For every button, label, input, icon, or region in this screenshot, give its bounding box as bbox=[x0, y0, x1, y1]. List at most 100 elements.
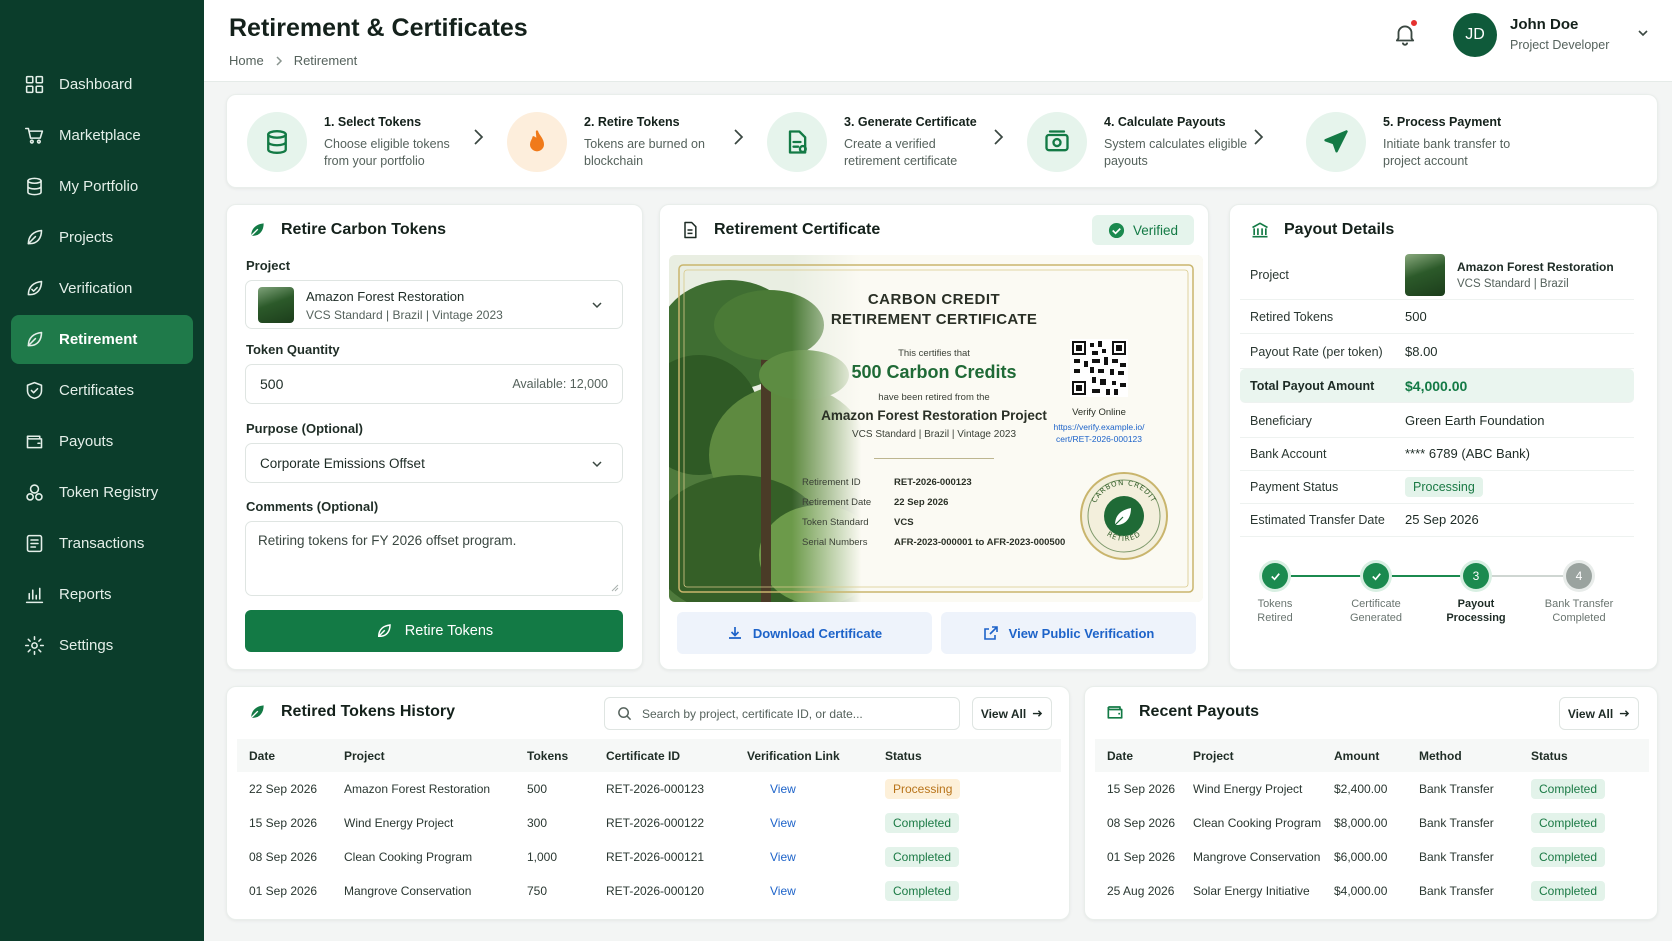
progress-step-marker bbox=[1262, 563, 1288, 589]
view-link[interactable]: View bbox=[770, 850, 796, 864]
step-icon-wrap bbox=[1306, 112, 1366, 172]
payment-status-badge: Processing bbox=[1405, 476, 1483, 497]
arrow-right-icon bbox=[1033, 710, 1043, 717]
history-card-title: Retired Tokens History bbox=[281, 703, 455, 720]
verify-url-1[interactable]: https://verify.example.io/ bbox=[1039, 422, 1159, 432]
table-cell: Mangrove Conservation bbox=[1193, 850, 1321, 864]
project-select[interactable]: Amazon Forest Restoration VCS Standard |… bbox=[245, 280, 623, 329]
download-certificate-button[interactable]: Download Certificate bbox=[677, 612, 932, 654]
sidebar-item-label: Dashboard bbox=[59, 76, 133, 93]
sidebar-item-verification[interactable]: Verification bbox=[11, 264, 193, 313]
table-row[interactable]: 01 Sep 2026 Mangrove Conservation 750 RET-2… bbox=[237, 874, 1061, 908]
progress-step-label: Processing bbox=[1446, 612, 1506, 624]
column-header[interactable]: Date bbox=[237, 739, 332, 772]
status-cell: Completed bbox=[873, 806, 1061, 840]
page-title: Retirement & Certificates bbox=[229, 14, 528, 42]
progress-step-label: Certificate bbox=[1351, 598, 1401, 610]
arrow-right-icon bbox=[1620, 710, 1630, 717]
view-link[interactable]: View bbox=[770, 782, 796, 796]
column-header[interactable]: Project bbox=[1181, 739, 1322, 772]
sidebar-item-label: Retirement bbox=[59, 331, 138, 348]
column-header[interactable]: Verification Link bbox=[735, 739, 873, 772]
retire-tokens-button[interactable]: Retire Tokens bbox=[245, 610, 623, 652]
comments-textarea[interactable]: Retiring tokens for FY 2026 offset progr… bbox=[245, 521, 623, 596]
column-header[interactable]: Amount bbox=[1322, 739, 1407, 772]
table-cell: $4,000.00 bbox=[1334, 884, 1388, 898]
breadcrumb-home[interactable]: Home bbox=[229, 53, 264, 68]
history-card-header: Retired Tokens History bbox=[247, 702, 455, 722]
payout-project-meta: VCS Standard | Brazil bbox=[1457, 277, 1569, 290]
table-row[interactable]: 08 Sep 2026 Clean Cooking Program 1,000 RET… bbox=[237, 840, 1061, 874]
column-header[interactable]: Date bbox=[1095, 739, 1181, 772]
sidebar-item-transactions[interactable]: Transactions bbox=[11, 519, 193, 568]
chevron-down-icon[interactable] bbox=[1636, 26, 1650, 40]
column-header[interactable]: Status bbox=[873, 739, 1061, 772]
table-cell: 15 Sep 2026 bbox=[249, 816, 318, 830]
column-header[interactable]: Project bbox=[332, 739, 515, 772]
verify-url-2[interactable]: cert/RET-2026-000123 bbox=[1039, 434, 1159, 444]
table-cell: $2,400.00 bbox=[1334, 782, 1388, 796]
column-header[interactable]: Method bbox=[1407, 739, 1519, 772]
project-thumbnail bbox=[258, 287, 294, 323]
status-badge: Completed bbox=[885, 847, 960, 867]
comments-value: Retiring tokens for FY 2026 offset progr… bbox=[258, 533, 517, 548]
database-icon bbox=[267, 129, 287, 155]
progress-step-label: Generated bbox=[1350, 612, 1402, 624]
sidebar-item-label: Token Registry bbox=[59, 484, 159, 501]
external-link-icon bbox=[983, 626, 998, 640]
avatar[interactable]: JD bbox=[1453, 13, 1497, 57]
document-icon bbox=[788, 130, 807, 154]
sidebar-item-token-registry[interactable]: Token Registry bbox=[11, 468, 193, 517]
sidebar-item-certificates[interactable]: Certificates bbox=[11, 366, 193, 415]
recent-payouts-card: Recent Payouts View All Date Project Amoun… bbox=[1084, 686, 1658, 920]
progress-step-label: Tokens bbox=[1257, 598, 1293, 610]
table-row[interactable]: 15 Sep 2026 Wind Energy Project $2,400.00 B… bbox=[1095, 772, 1649, 806]
sidebar-item-reports[interactable]: Reports bbox=[11, 570, 193, 619]
sidebar-item-settings[interactable]: Settings bbox=[11, 621, 193, 670]
token-quantity-input[interactable]: 500 Available: 12,000 bbox=[245, 364, 623, 404]
table-row[interactable]: 15 Sep 2026 Wind Energy Project 300 RET-202… bbox=[237, 806, 1061, 840]
payout-row: Total Payout Amount $4,000.00 bbox=[1240, 369, 1634, 403]
history-view-all-button[interactable]: View All bbox=[972, 697, 1052, 730]
cert-field-value: AFR-2023-000001 to AFR-2023-000500 bbox=[894, 537, 1066, 548]
sidebar-item-label: Marketplace bbox=[59, 127, 141, 144]
sidebar-item-retirement[interactable]: Retirement bbox=[11, 315, 193, 364]
table-cell: Amazon Forest Restoration bbox=[344, 782, 491, 796]
purpose-value: Corporate Emissions Offset bbox=[260, 456, 425, 471]
cert-field-label: Retirement ID bbox=[802, 477, 861, 488]
chevron-down-icon bbox=[592, 302, 602, 309]
history-search-input[interactable]: Search by project, certificate ID, or da… bbox=[604, 697, 960, 730]
table-row[interactable]: 08 Sep 2026 Clean Cooking Program $8,000.0… bbox=[1095, 806, 1649, 840]
table-row[interactable]: 01 Sep 2026 Mangrove Conservation $6,000.0… bbox=[1095, 840, 1649, 874]
table-cell: Clean Cooking Program bbox=[1193, 816, 1322, 830]
column-header[interactable]: Certificate ID bbox=[594, 739, 735, 772]
seal-icon: CARBON CREDIT RETIRED bbox=[1080, 472, 1168, 560]
sidebar-item-dashboard[interactable]: Dashboard bbox=[11, 60, 193, 109]
status-badge: Completed bbox=[1531, 881, 1606, 901]
payout-row-value: 25 Sep 2026 bbox=[1405, 512, 1479, 527]
notification-bell[interactable] bbox=[1392, 18, 1422, 48]
payouts-view-all-button[interactable]: View All bbox=[1559, 697, 1639, 730]
purpose-select[interactable]: Corporate Emissions Offset bbox=[245, 443, 623, 483]
view-link[interactable]: View bbox=[770, 884, 796, 898]
sidebar-item-marketplace[interactable]: Marketplace bbox=[11, 111, 193, 160]
verification-cell: View bbox=[735, 874, 873, 908]
table-cell: RET-2026-000120 bbox=[606, 884, 705, 898]
table-row[interactable]: 22 Sep 2026 Amazon Forest Restoration 500 R… bbox=[237, 772, 1061, 806]
payout-project-name: Amazon Forest Restoration bbox=[1457, 259, 1614, 274]
progress-step-label: Bank Transfer bbox=[1544, 598, 1614, 610]
cert-heading-1: CARBON CREDIT bbox=[867, 291, 1001, 308]
column-header[interactable]: Tokens bbox=[515, 739, 594, 772]
resize-handle-icon[interactable] bbox=[611, 584, 619, 592]
column-header[interactable]: Status bbox=[1519, 739, 1649, 772]
table-cell: 01 Sep 2026 bbox=[249, 884, 318, 898]
sidebar-item-payouts[interactable]: Payouts bbox=[11, 417, 193, 466]
progress-step-label: Completed bbox=[1552, 612, 1606, 624]
view-link[interactable]: View bbox=[770, 816, 796, 830]
view-public-verification-button[interactable]: View Public Verification bbox=[941, 612, 1196, 654]
table-header-row: Date Project Tokens Certificate ID Verificat… bbox=[237, 739, 1061, 772]
table-row[interactable]: 25 Aug 2026 Solar Energy Initiative $4,000… bbox=[1095, 874, 1649, 908]
sidebar-item-projects[interactable]: Projects bbox=[11, 213, 193, 262]
sidebar-item-my-portfolio[interactable]: My Portfolio bbox=[11, 162, 193, 211]
payout-project-label: Project bbox=[1250, 267, 1289, 282]
